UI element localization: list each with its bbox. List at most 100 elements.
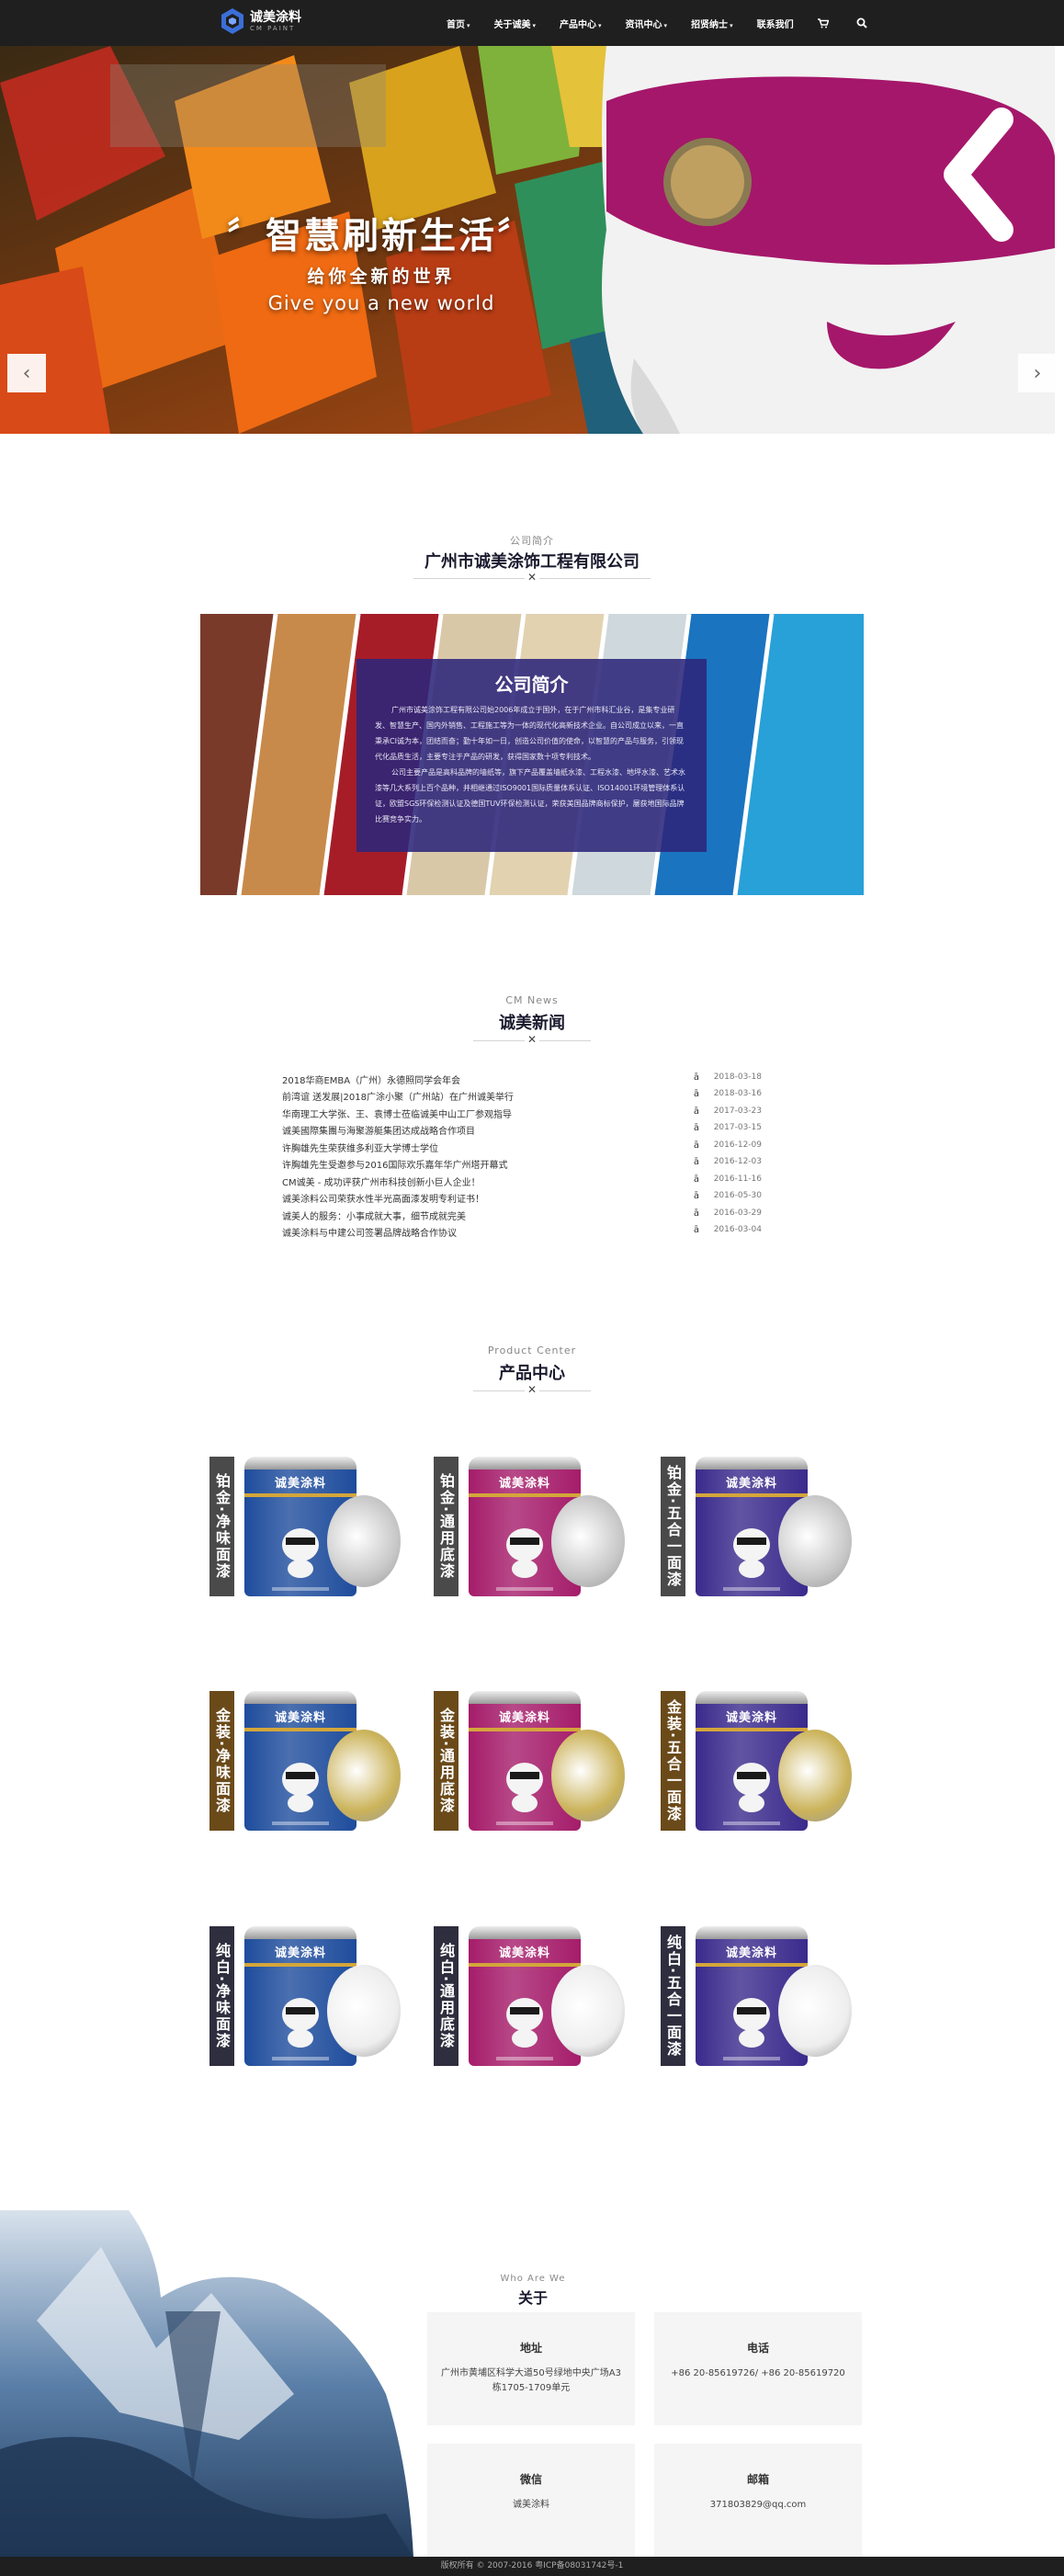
news-item[interactable]: 2018华商EMBA（广州）永德照同学会年会 ā 2018-03-18 xyxy=(282,1072,762,1089)
news-date: 2016-12-03 xyxy=(713,1157,762,1166)
product-label: 纯白·净味面漆 xyxy=(209,1926,234,2066)
paint-lid-image xyxy=(551,1495,625,1587)
product-label: 纯白·通用底漆 xyxy=(434,1926,458,2066)
logo-subtext: CM PAINT xyxy=(250,25,296,32)
carousel-prev-button[interactable]: ‹ xyxy=(7,354,46,392)
news-section-label: CM News xyxy=(505,994,559,1006)
footer: 版权所有 © 2007-2016 粤ICP备08031742号-1 xyxy=(0,2557,1064,2576)
logo-mark-icon xyxy=(221,8,243,34)
news-date: 2017-03-23 xyxy=(713,1106,762,1116)
news-title[interactable]: 许胸雄先生荣获维多利亚大学博士学位 xyxy=(282,1140,438,1154)
nav-home-label: 首页 xyxy=(447,19,465,30)
address-heading: 地址 xyxy=(519,2342,542,2355)
news-title[interactable]: 华南理工大学张、王、袁博士莅临诚美中山工厂参观指导 xyxy=(282,1106,512,1120)
news-item[interactable]: 前湾谊 送发展|2018广涂小聚（广州站）在广州诚美举行 ā 2018-03-16 xyxy=(282,1089,762,1106)
clock-icon: ā xyxy=(693,1225,699,1235)
paint-lid-image xyxy=(551,1965,625,2057)
search-icon[interactable] xyxy=(856,17,867,28)
product-card[interactable]: 铂金·五合一面漆 诚美涂料 xyxy=(661,1457,863,1604)
intro-paragraph: 广州市诚美涂饰工程有限公司始2006年成立于国外，在于广州市科汇业谷，是集专业研… xyxy=(375,706,684,761)
product-label: 金装·净味面漆 xyxy=(209,1691,234,1831)
close-icon: ✕ xyxy=(525,1033,539,1046)
wechat-card: 微信 诚美涂料 xyxy=(427,2444,635,2557)
hero-english: Give you a new world xyxy=(267,292,495,314)
chevron-right-icon: › xyxy=(1033,361,1042,385)
clock-icon: ā xyxy=(693,1209,699,1219)
product-label: 纯白·五合一面漆 xyxy=(661,1926,685,2066)
close-icon: ✕ xyxy=(525,1383,539,1396)
nav-products[interactable]: 产品中心 ▾ xyxy=(560,17,602,30)
news-item[interactable]: 许胸雄先生荣获维多利亚大学博士学位 ā 2016-12-09 xyxy=(282,1140,762,1157)
news-date: 2016-05-30 xyxy=(713,1191,762,1200)
news-item[interactable]: 诚美涂料公司荣获水性半光高面漆发明专利证书！ ā 2016-05-30 xyxy=(282,1191,762,1208)
logo-text: 诚美涂料 xyxy=(250,10,301,25)
logo[interactable]: 诚美涂料 CM PAINT xyxy=(221,7,301,35)
product-card[interactable]: 纯白·五合一面漆 诚美涂料 xyxy=(661,1926,863,2073)
nav-news[interactable]: 资讯中心 ▾ xyxy=(626,17,668,30)
nav-jobs-label: 招贤纳士 xyxy=(691,19,729,30)
nav-contact-label: 联系我们 xyxy=(756,19,794,30)
chevron-down-icon: ▾ xyxy=(730,21,733,29)
product-card[interactable]: 金装·净味面漆 诚美涂料 xyxy=(209,1691,412,1838)
product-label: 铂金·净味面漆 xyxy=(209,1457,234,1596)
news-title[interactable]: 2018华商EMBA（广州）永德照同学会年会 xyxy=(282,1072,460,1086)
cart-icon[interactable] xyxy=(817,17,829,28)
news-date: 2016-03-04 xyxy=(713,1225,762,1234)
news-title[interactable]: 诚美人的服务：小事成就大事，细节成就完美 xyxy=(282,1209,466,1222)
main-menu: 首页 ▾ 关于诚美 ▾ 产品中心 ▾ 资讯中心 ▾ 招贤纳士 ▾ 联系我们 xyxy=(447,0,895,46)
email-value[interactable]: 371803829@qq.com xyxy=(654,2498,862,2513)
nav-jobs[interactable]: 招贤纳士 ▾ xyxy=(691,17,733,30)
product-card[interactable]: 铂金·通用底漆 诚美涂料 xyxy=(434,1457,636,1604)
close-icon: ✕ xyxy=(525,571,539,584)
about-artwork xyxy=(0,2210,413,2558)
intro-section-label: 公司简介 xyxy=(510,535,554,547)
news-item[interactable]: 诚美人的服务：小事成就大事，细节成就完美 ā 2016-03-29 xyxy=(282,1209,762,1225)
news-title[interactable]: 前湾谊 送发展|2018广涂小聚（广州站）在广州诚美举行 xyxy=(282,1089,514,1103)
chevron-left-icon: ‹ xyxy=(22,361,31,385)
hero-tagline: 〞智慧刷新生活〞 xyxy=(226,216,536,257)
news-date: 2016-11-16 xyxy=(713,1175,762,1184)
phone-value: +86 20-85619726/ +86 20-85619720 xyxy=(671,2368,845,2378)
news-item[interactable]: 许胸雄先生受邀参与2016国际欢乐嘉年华广州塔开幕式 ā 2016-12-03 xyxy=(282,1157,762,1174)
paint-lid-image xyxy=(327,1965,401,2057)
news-title[interactable]: 许胸雄先生受邀参与2016国际欢乐嘉年华广州塔开幕式 xyxy=(282,1157,507,1171)
product-card[interactable]: 纯白·通用底漆 诚美涂料 xyxy=(434,1926,636,2073)
mountain-silhouette-image xyxy=(0,2210,413,2558)
product-card[interactable]: 纯白·净味面漆 诚美涂料 xyxy=(209,1926,412,2073)
products-section-title: 产品中心 xyxy=(499,1364,565,1383)
paint-lid-image xyxy=(327,1495,401,1587)
address-card: 地址 广州市黄埔区科学大道50号绿地中央广场A3栋1705-1709单元 xyxy=(427,2312,635,2425)
nav-home[interactable]: 首页 ▾ xyxy=(447,17,470,30)
address-value: 广州市黄埔区科学大道50号绿地中央广场A3栋1705-1709单元 xyxy=(441,2368,621,2393)
hero-subtitle: 给你全新的世界 xyxy=(307,267,456,287)
news-title[interactable]: 诚美國際集團与海聚游艇集团达成战略合作项目 xyxy=(282,1123,475,1137)
phone-card: 电话 +86 20-85619726/ +86 20-85619720 xyxy=(654,2312,862,2425)
about-section-title: 关于 xyxy=(517,2289,548,2307)
product-card[interactable]: 金装·五合一面漆 诚美涂料 xyxy=(661,1691,863,1838)
news-title[interactable]: 诚美涂料与中建公司签署品牌战略合作协议 xyxy=(282,1225,457,1239)
news-title[interactable]: CM诚美 - 成功评获广州市科技创新小巨人企业！ xyxy=(282,1175,481,1188)
news-title[interactable]: 诚美涂料公司荣获水性半光高面漆发明专利证书！ xyxy=(282,1191,484,1205)
chevron-down-icon: ▾ xyxy=(532,21,537,29)
paint-lid-image xyxy=(778,1730,852,1821)
product-card[interactable]: 铂金·净味面漆 诚美涂料 xyxy=(209,1457,412,1604)
email-card: 邮箱 371803829@qq.com xyxy=(654,2444,862,2557)
news-item[interactable]: 诚美涂料与中建公司签署品牌战略合作协议 ā 2016-03-04 xyxy=(282,1225,762,1242)
news-date: 2018-03-18 xyxy=(713,1072,762,1082)
clock-icon: ā xyxy=(693,1191,699,1201)
nav-contact[interactable]: 联系我们 xyxy=(757,17,794,30)
news-item[interactable]: 华南理工大学张、王、袁博士莅临诚美中山工厂参观指导 ā 2017-03-23 xyxy=(282,1106,762,1123)
carousel-next-button[interactable]: › xyxy=(1018,354,1057,392)
news-item[interactable]: CM诚美 - 成功评获广州市科技创新小巨人企业！ ā 2016-11-16 xyxy=(282,1175,762,1191)
intro-body: 广州市诚美涂饰工程有限公司始2006年成立于国外，在于广州市科汇业谷，是集专业研… xyxy=(357,697,707,827)
chevron-down-icon: ▾ xyxy=(663,21,668,29)
copyright-text: 版权所有 © 2007-2016 粤ICP备08031742号-1 xyxy=(440,2561,624,2570)
intro-box-title: 公司简介 xyxy=(494,674,569,696)
clock-icon: ā xyxy=(693,1157,699,1167)
paint-lid-image xyxy=(327,1730,401,1821)
clock-icon: ā xyxy=(693,1089,699,1099)
hero-banner: 〞智慧刷新生活〞 给你全新的世界 Give you a new world xyxy=(0,46,1055,434)
news-item[interactable]: 诚美國際集團与海聚游艇集团达成战略合作项目 ā 2017-03-15 xyxy=(282,1123,762,1140)
nav-about[interactable]: 关于诚美 ▾ xyxy=(494,17,537,30)
product-card[interactable]: 金装·通用底漆 诚美涂料 xyxy=(434,1691,636,1838)
